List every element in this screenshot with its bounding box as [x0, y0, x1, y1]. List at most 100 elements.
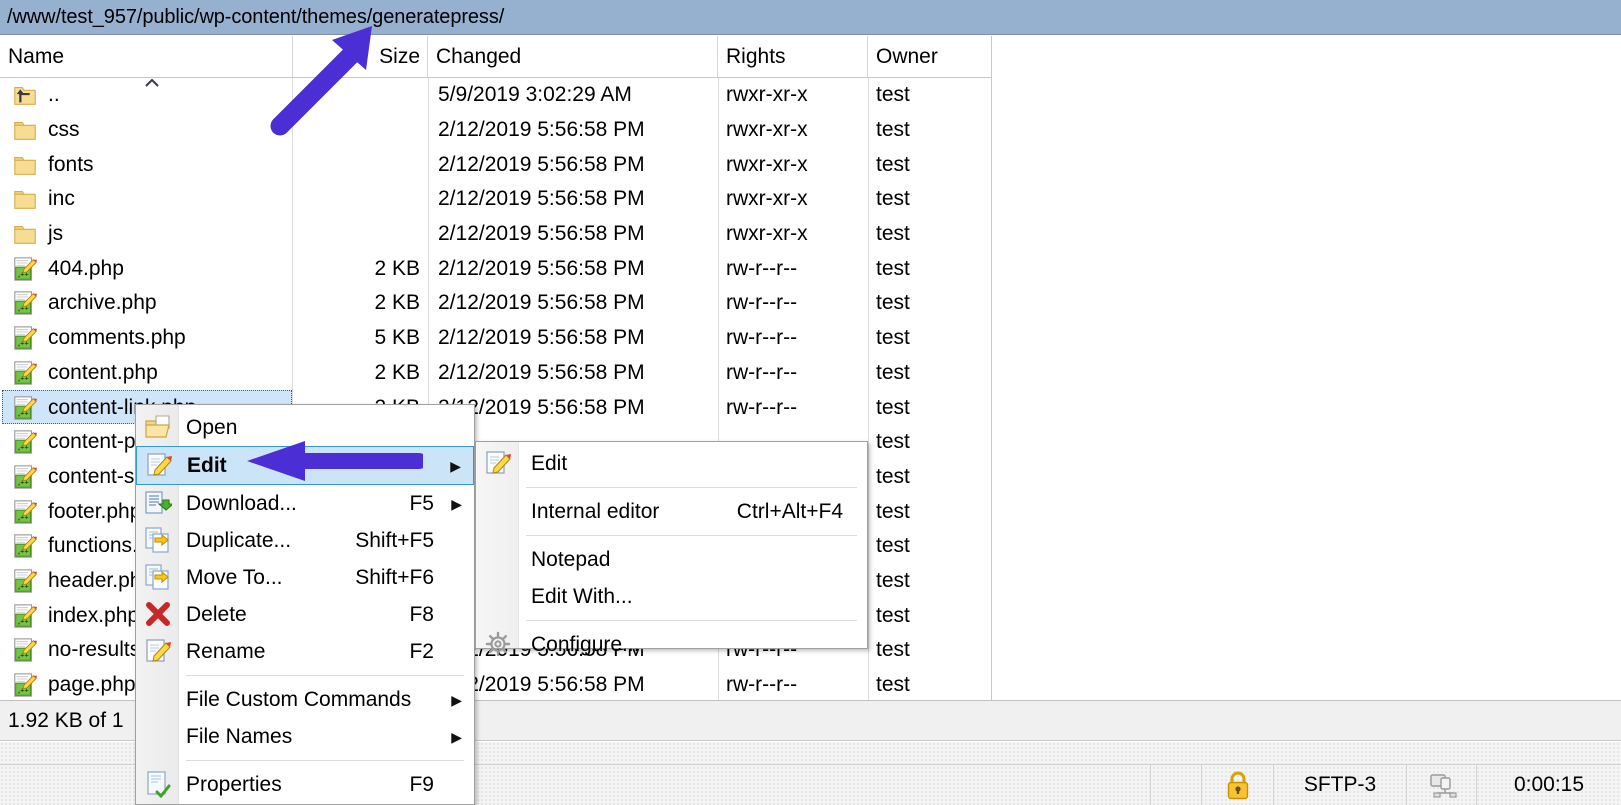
properties-icon: [144, 770, 172, 798]
table-row[interactable]: „++archive.php2 KB2/12/2019 5:56:58 PMrw…: [0, 286, 992, 321]
php-file-icon: „++: [12, 290, 38, 316]
menu-item-file-custom-commands[interactable]: File Custom Commands▶: [136, 681, 474, 718]
menu-item-open[interactable]: Open: [136, 409, 474, 446]
menu-item-shortcut: F8: [409, 603, 434, 627]
menu-item-label: Edit With...: [531, 585, 633, 609]
file-size-cell: [292, 113, 428, 148]
menu-item-duplicate[interactable]: Duplicate...Shift+F5: [136, 522, 474, 559]
column-header-size[interactable]: Size: [293, 36, 428, 77]
file-rights-cell: rw-r--r--: [722, 321, 868, 356]
file-name-cell[interactable]: „++comments.php: [0, 321, 292, 356]
php-file-icon: „++: [12, 464, 38, 490]
file-name-cell[interactable]: css: [0, 113, 292, 148]
php-file-icon: „++: [12, 256, 38, 282]
menu-item-shortcut: F9: [409, 773, 434, 797]
file-name-label: css: [48, 118, 80, 142]
file-name-label: content.php: [48, 361, 158, 385]
network-status-cell[interactable]: [1406, 765, 1476, 805]
menu-item-notepad[interactable]: Notepad: [476, 541, 867, 578]
file-size-cell: [292, 78, 428, 113]
file-context-menu[interactable]: OpenEdit▶Download...F5▶Duplicate...Shift…: [135, 404, 475, 805]
menu-item-file-names[interactable]: File Names▶: [136, 718, 474, 755]
file-owner-cell: test: [872, 78, 992, 113]
open-folder-icon: [144, 413, 172, 441]
column-header-row: Name Size Changed Rights Owner: [0, 36, 992, 78]
file-name-label: js: [48, 222, 63, 246]
folder-icon: [12, 152, 38, 178]
file-size-cell: 2 KB: [292, 286, 428, 321]
menu-item-edit-with[interactable]: Edit With...: [476, 578, 867, 615]
lock-status-cell[interactable]: [1201, 765, 1273, 805]
open-folder-icon: [144, 413, 172, 441]
column-header-changed[interactable]: Changed: [428, 36, 718, 77]
menu-item-rename[interactable]: RenameF2: [136, 633, 474, 670]
table-row[interactable]: js2/12/2019 5:56:58 PMrwxr-xr-xtest: [0, 217, 992, 252]
file-changed-cell: 2/12/2019 5:56:58 PM: [432, 113, 718, 148]
elapsed-time-cell: 0:00:15: [1476, 765, 1621, 805]
edit-submenu[interactable]: Edit Internal editorCtrl+Alt+F4 Notepad Edi…: [475, 441, 868, 649]
file-name-cell[interactable]: js: [0, 217, 292, 252]
menu-item-label: Open: [186, 416, 237, 440]
table-row[interactable]: ..5/9/2019 3:02:29 AMrwxr-xr-xtest: [0, 78, 992, 113]
menu-item-edit[interactable]: Edit: [476, 445, 867, 482]
php-file-icon: „++: [12, 533, 38, 559]
menu-item-shortcut: F2: [409, 640, 434, 664]
file-name-cell[interactable]: „++404.php: [0, 251, 292, 286]
submenu-items[interactable]: Edit Internal editorCtrl+Alt+F4 Notepad Edi…: [476, 442, 867, 663]
file-name-label: ..: [48, 83, 60, 107]
menu-separator: [526, 535, 857, 536]
column-header-name[interactable]: Name: [0, 36, 293, 77]
folder-icon: [12, 186, 38, 212]
file-owner-cell: test: [872, 633, 992, 668]
php-file-icon: „++: [12, 395, 38, 421]
file-rights-cell: rw-r--r--: [722, 668, 868, 700]
column-header-rights[interactable]: Rights: [718, 36, 868, 77]
menu-item-move-to[interactable]: Move To...Shift+F6: [136, 559, 474, 596]
gear-icon: [484, 630, 512, 658]
menu-item-label: Configure...: [531, 633, 640, 657]
file-owner-cell: test: [872, 251, 992, 286]
menu-item-label: Duplicate...: [186, 529, 291, 553]
file-name-cell[interactable]: „++content.php: [0, 356, 292, 391]
file-owner-cell: test: [872, 182, 992, 217]
file-rights-cell: rw-r--r--: [722, 356, 868, 391]
menu-item-configure[interactable]: Configure...: [476, 626, 867, 663]
file-name-cell[interactable]: inc: [0, 182, 292, 217]
menu-item-properties[interactable]: PropertiesF9: [136, 766, 474, 803]
menu-item-shortcut: Shift+F6: [355, 566, 434, 590]
file-name-label: page.php: [48, 673, 136, 697]
file-name-cell[interactable]: „++archive.php: [0, 286, 292, 321]
php-file-icon: „++: [12, 499, 38, 525]
column-header-owner[interactable]: Owner: [868, 36, 992, 77]
file-size-cell: 2 KB: [292, 356, 428, 391]
table-row[interactable]: „++404.php2 KB2/12/2019 5:56:58 PMrw-r--…: [0, 251, 992, 286]
file-name-cell[interactable]: fonts: [0, 147, 292, 182]
table-row[interactable]: „++comments.php5 KB2/12/2019 5:56:58 PMr…: [0, 321, 992, 356]
menu-separator: [526, 487, 857, 488]
php-file-icon: „++: [12, 533, 38, 559]
php-file-icon: „++: [12, 325, 38, 351]
menu-item-internal-editor[interactable]: Internal editorCtrl+Alt+F4: [476, 493, 867, 530]
file-rights-cell: rwxr-xr-x: [722, 182, 868, 217]
path-bar[interactable]: /www/test_957/public/wp-content/themes/g…: [0, 0, 1621, 35]
table-row[interactable]: css2/12/2019 5:56:58 PMrwxr-xr-xtest: [0, 113, 992, 148]
php-file-icon: „++: [12, 637, 38, 663]
php-file-icon: „++: [12, 429, 38, 455]
menu-separator: [186, 675, 464, 676]
file-name-cell[interactable]: ..: [0, 78, 292, 113]
menu-item-delete[interactable]: DeleteF8: [136, 596, 474, 633]
menu-item-label: File Names: [186, 725, 292, 749]
bottom-spacer-cell: [1150, 765, 1201, 805]
protocol-cell[interactable]: SFTP-3: [1273, 765, 1406, 805]
menu-item-edit[interactable]: Edit▶: [136, 446, 474, 485]
table-row[interactable]: inc2/12/2019 5:56:58 PMrwxr-xr-xtest: [0, 182, 992, 217]
file-size-cell: [292, 147, 428, 182]
menu-item-download[interactable]: Download...F5▶: [136, 485, 474, 522]
context-menu-items[interactable]: OpenEdit▶Download...F5▶Duplicate...Shift…: [136, 405, 474, 803]
table-row[interactable]: fonts2/12/2019 5:56:58 PMrwxr-xr-xtest: [0, 147, 992, 182]
file-changed-cell: 5/9/2019 3:02:29 AM: [432, 78, 718, 113]
download-icon: [144, 489, 172, 517]
network-icon: [1427, 770, 1457, 800]
lock-icon: [1225, 770, 1251, 800]
table-row[interactable]: „++content.php2 KB2/12/2019 5:56:58 PMrw…: [0, 356, 992, 391]
